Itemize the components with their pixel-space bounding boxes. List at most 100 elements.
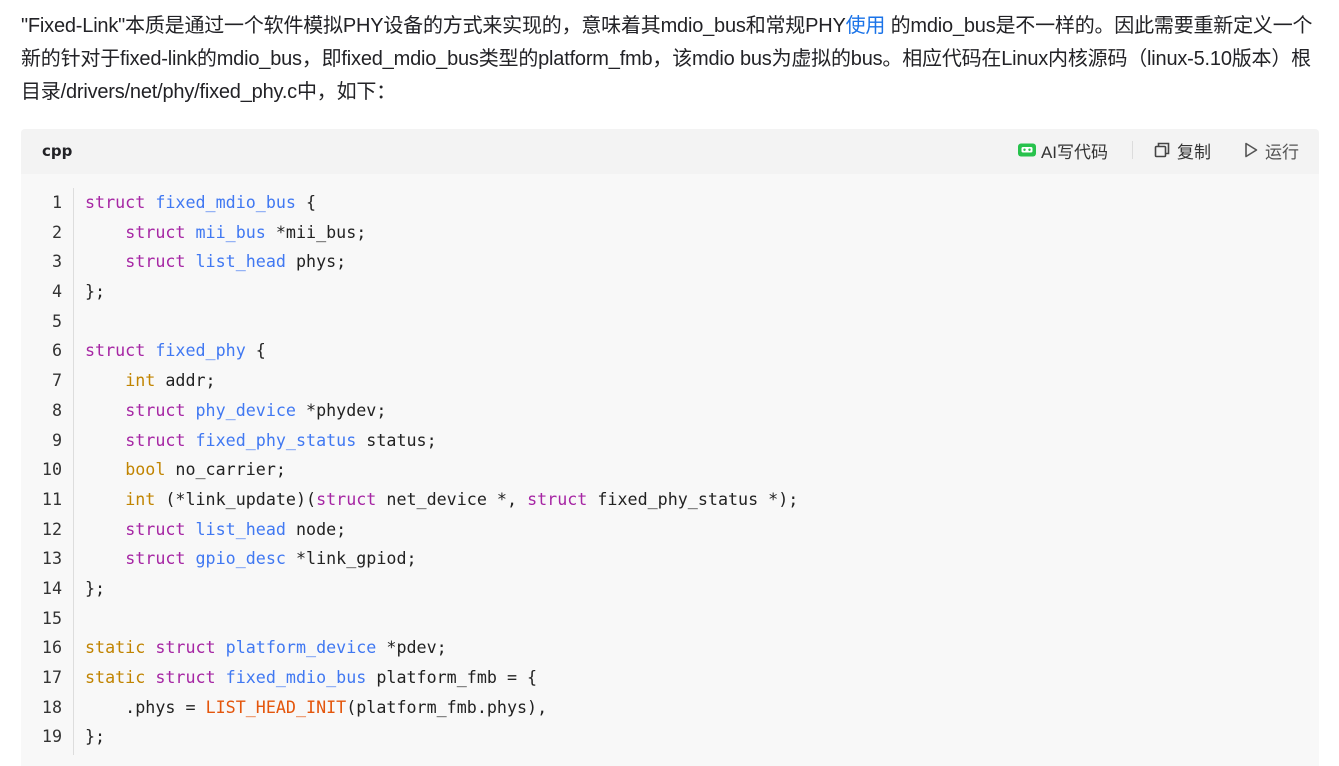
code-token: list_head [195,251,286,272]
code-text: struct mii_bus *mii_bus; [85,218,366,248]
code-token: }; [85,577,106,598]
code-token: phy_device [195,399,296,420]
code-token: node; [285,518,347,539]
line-number: 2 [51,221,62,242]
code-token: struct [125,251,186,272]
use-link[interactable]: 使用 [846,15,886,37]
line-number: 8 [51,399,62,420]
code-token: struct [85,340,146,361]
copy-icon [1153,141,1171,159]
code-line: 16 static struct platform_device *pdev; [21,633,1319,663]
code-line: 3 struct list_head phys; [21,247,1319,277]
line-number: 19 [41,726,62,747]
code-header: cpp AI写代码 复制 运行 [21,129,1319,174]
code-token: fixed_mdio_bus [155,192,296,212]
code-token: list_head [195,518,286,539]
code-text: static struct platform_device *pdev; [85,633,447,663]
code-body: 1 struct fixed_mdio_bus { 2 struct mii_bus… [21,174,1319,752]
code-line: 13 struct gpio_desc *link_gpiod; [21,544,1319,574]
toolbar-divider [1132,141,1133,159]
code-line: 12 struct list_head node; [21,515,1319,545]
code-line: 14}; [21,574,1319,604]
code-token: }; [85,726,106,747]
code-text: struct fixed_mdio_bus { [85,188,316,218]
code-token: platform_fmb = { [366,667,538,687]
code-line: 18 .phys = LIST_HEAD_INIT(platform_fmb.p… [21,693,1319,723]
code-token: struct [85,192,146,212]
line-number: 16 [41,637,62,658]
line-number: 17 [41,667,62,687]
code-token: struct [155,637,216,658]
code-token: int [125,488,156,509]
code-line: 15 [21,604,1319,634]
intro-text-before: "Fixed-Link"本质是通过一个软件模拟PHY设备的方式来实现的，意味着其… [21,15,846,37]
ai-write-code-button[interactable]: AI写代码 [1017,138,1108,163]
code-line: 6 struct fixed_phy { [21,336,1319,366]
code-token: fixed_phy_status *); [587,488,799,509]
line-number: 14 [41,577,62,598]
line-number: 10 [41,459,62,480]
line-number: 11 [41,488,62,509]
code-text: }; [85,722,105,752]
code-token: *mii_bus; [265,221,367,242]
code-text: struct gpio_desc *link_gpiod; [85,544,416,574]
code-token: status; [356,429,437,450]
code-token: (*link_update)( [155,488,317,509]
code-line: 8 struct phy_device *phydev; [21,396,1319,426]
code-line: 9 struct fixed_phy_status status; [21,426,1319,456]
line-number: 12 [41,518,62,539]
code-text: int addr; [85,366,215,396]
code-line: 1 struct fixed_mdio_bus { [21,188,1319,218]
line-number: 15 [41,607,62,628]
code-token: struct [316,488,377,509]
code-token: struct [155,667,216,687]
language-label: cpp [42,142,73,160]
code-text: static struct fixed_mdio_bus platform_fm… [85,663,537,693]
article-paragraph: "Fixed-Link"本质是通过一个软件模拟PHY设备的方式来实现的，意味着其… [21,10,1321,109]
code-token: { [295,192,317,212]
code-text: }; [85,574,105,604]
code-token: platform_device [225,637,377,658]
code-token: fixed_phy_status [195,429,357,450]
code-token: bool [125,459,166,480]
robot-chat-icon [1017,142,1037,158]
code-text: bool no_carrier; [85,455,286,485]
code-token: (platform_fmb.phys), [346,696,548,717]
code-token: }; [85,281,106,302]
code-token: int [125,370,156,391]
line-number: 4 [51,281,62,302]
code-text: }; [85,277,105,307]
code-line: 5 [21,307,1319,337]
code-token: fixed_mdio_bus [225,667,367,687]
code-toolbar: AI写代码 复制 运行 [1017,138,1299,162]
code-token: LIST_HEAD_INIT [205,696,347,717]
code-token: struct [527,488,588,509]
code-token: { [245,340,266,361]
line-number: 9 [51,429,62,450]
code-text: struct phy_device *phydev; [85,396,386,426]
code-token: .phys = [85,696,206,717]
code-line: 7 int addr; [21,366,1319,396]
code-token: struct [125,399,186,420]
code-token: struct [125,548,186,569]
code-token: *pdev; [376,637,447,658]
code-text: struct fixed_phy { [85,336,266,366]
code-token: fixed_phy [155,340,246,361]
run-button[interactable]: 运行 [1243,138,1299,163]
play-icon [1243,141,1259,159]
code-line: 17 static struct fixed_mdio_bus platform_… [21,663,1319,693]
copy-button[interactable]: 复制 [1153,138,1211,163]
code-token: struct [125,518,186,539]
